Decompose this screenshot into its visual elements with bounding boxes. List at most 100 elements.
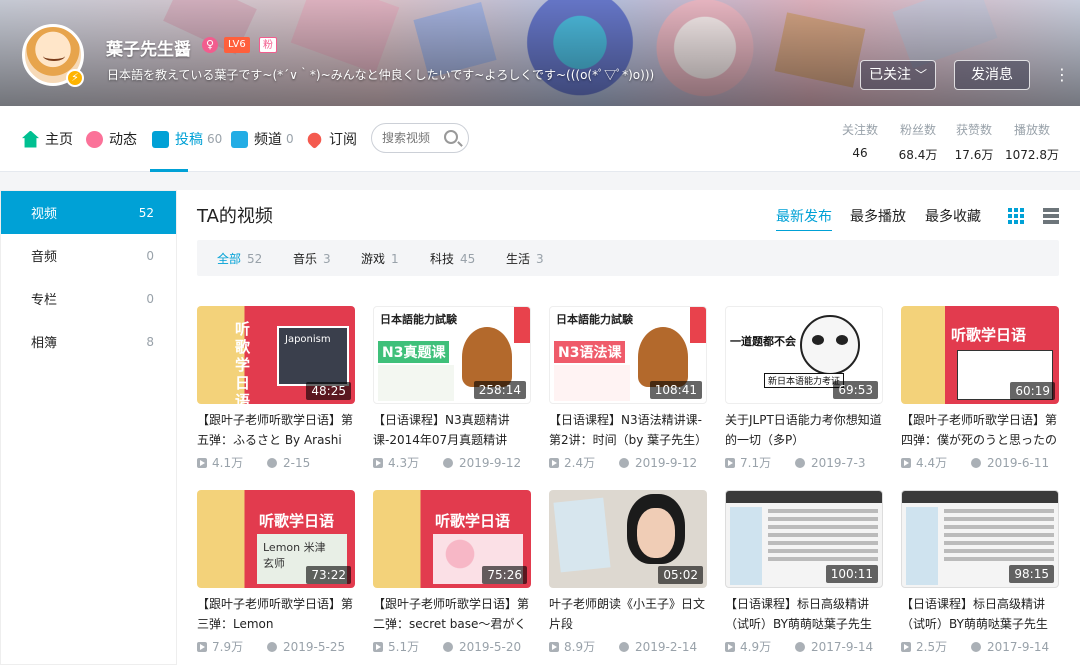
sidebar-item-count: 0 xyxy=(146,248,154,263)
video-thumbnail[interactable]: 听歌学日语 60:19 xyxy=(901,306,1059,404)
video-thumbnail[interactable]: 听歌学日语 75:26 xyxy=(373,490,531,588)
video-views: 4.9万 xyxy=(740,640,772,654)
stat-likes-label: 获赞数 xyxy=(955,123,992,137)
sort-most-favorited[interactable]: 最多收藏 xyxy=(925,206,981,226)
sidebar-item-albums[interactable]: 相簿 8 xyxy=(1,320,176,363)
filter-count: 1 xyxy=(391,252,399,266)
filter-music[interactable]: 音乐 3 xyxy=(293,250,331,267)
video-date: 2019-9-12 xyxy=(635,455,698,470)
video-title[interactable]: 【日语课程】N3真题精讲课-2014年07月真题精讲 xyxy=(373,410,531,450)
video-title[interactable]: 【跟叶子老师听歌学日语】第三弹：Lemon xyxy=(197,594,355,634)
user-sign: 日本語を教えている葉子です~(*´∨｀*)~みんなと仲良くしたいです~よろしくで… xyxy=(107,68,655,82)
female-icon: ♀ xyxy=(202,37,218,53)
video-card[interactable]: 05:02 叶子老师朗读《小王子》日文片段 8.9万 2019-2-14 xyxy=(549,490,707,655)
video-duration: 60:19 xyxy=(1010,382,1055,400)
sort-latest[interactable]: 最新发布 xyxy=(776,206,832,231)
filter-count: 3 xyxy=(323,252,331,266)
video-thumbnail[interactable]: 05:02 xyxy=(549,490,707,588)
follow-button[interactable]: 已关注 ﹀ xyxy=(860,60,936,90)
category-filter-bar: 全部 52 音乐 3 游戏 1 科技 45 生活 3 xyxy=(197,240,1059,276)
filter-tech[interactable]: 科技 45 xyxy=(430,250,475,267)
stat-following[interactable]: 关注数 46 xyxy=(841,121,879,160)
video-thumbnail[interactable]: 日本語能力試験 N3真题课 258:14 xyxy=(373,306,531,404)
search-icon[interactable] xyxy=(444,130,458,144)
clock-icon xyxy=(619,457,629,468)
thumb-subtitle: 日本語能力試験 xyxy=(380,313,457,326)
sidebar-item-articles[interactable]: 专栏 0 xyxy=(1,277,176,320)
video-date: 2-15 xyxy=(283,455,311,470)
video-title[interactable]: 叶子老师朗读《小王子》日文片段 xyxy=(549,594,707,634)
clock-icon xyxy=(619,641,629,652)
clock-icon xyxy=(267,457,277,468)
video-duration: 75:26 xyxy=(482,566,527,584)
sidebar-item-audio[interactable]: 音频 0 xyxy=(1,234,176,277)
more-icon[interactable]: ⋮ xyxy=(1054,62,1070,88)
video-card[interactable]: 一道题都不会 新日本语能力考证 69:53 关于JLPT日语能力考你想知道的一切… xyxy=(725,306,883,471)
video-thumbnail[interactable]: 日本語能力試験 N3语法课 108:41 xyxy=(549,306,707,404)
video-thumbnail[interactable]: 一道题都不会 新日本语能力考证 69:53 xyxy=(725,306,883,404)
video-thumbnail[interactable]: 听歌学日语 Lemon 米津玄师 73:22 xyxy=(197,490,355,588)
stat-likes-value: 17.6万 xyxy=(954,148,994,162)
filter-game[interactable]: 游戏 1 xyxy=(361,250,399,267)
video-title[interactable]: 【日语课程】标日高级精讲（试听）BY萌萌哒葉子先生 xyxy=(901,594,1059,634)
video-search[interactable] xyxy=(371,123,469,153)
video-card[interactable]: 听歌学日语 Lemon 米津玄师 73:22 【跟叶子老师听歌学日语】第三弹：L… xyxy=(197,490,355,655)
clock-icon xyxy=(795,641,805,652)
sidebar-item-label: 视频 xyxy=(31,207,58,222)
video-card[interactable]: 听歌学日语 60:19 【跟叶子老师听歌学日语】第四弹：僕が死のうと思ったのは … xyxy=(901,306,1059,471)
filter-life[interactable]: 生活 3 xyxy=(506,250,544,267)
play-count-icon xyxy=(901,641,911,652)
filter-all[interactable]: 全部 52 xyxy=(217,250,262,267)
video-title[interactable]: 【跟叶子老师听歌学日语】第四弹：僕が死のうと思ったのは xyxy=(901,410,1059,450)
filter-label: 全部 xyxy=(217,252,242,266)
nav-subscriptions[interactable]: 订阅 xyxy=(304,128,357,150)
play-count-icon xyxy=(725,641,735,652)
nav-dynamic[interactable]: 动态 xyxy=(86,128,137,150)
stat-fans-label: 粉丝数 xyxy=(899,123,936,137)
video-duration: 73:22 xyxy=(306,566,351,584)
video-views: 2.5万 xyxy=(916,640,948,654)
video-duration: 48:25 xyxy=(306,382,351,400)
filter-label: 游戏 xyxy=(361,252,386,266)
video-title[interactable]: 【日语课程】N3语法精讲课-第2讲：时间（by 葉子先生） xyxy=(549,410,707,450)
video-title[interactable]: 【日语课程】标日高级精讲（试听）BY萌萌哒葉子先生 xyxy=(725,594,883,634)
message-button[interactable]: 发消息 xyxy=(954,60,1030,90)
list-view-icon[interactable] xyxy=(1043,208,1059,224)
video-card[interactable]: 听歌学日语 Japonism 48:25 【跟叶子老师听歌学日语】第五弹：ふるさ… xyxy=(197,306,355,471)
level-badge: LV6 xyxy=(224,37,250,53)
video-card[interactable]: 日本語能力試験 N3语法课 108:41 【日语课程】N3语法精讲课-第2讲：时… xyxy=(549,306,707,471)
video-date: 2019-5-20 xyxy=(459,639,522,654)
video-views: 4.4万 xyxy=(916,456,948,470)
video-thumbnail[interactable]: 98:15 xyxy=(901,490,1059,588)
video-card[interactable]: 98:15 【日语课程】标日高级精讲（试听）BY萌萌哒葉子先生 2.5万 2017… xyxy=(901,490,1059,655)
nav-channels-label: 频道 xyxy=(254,132,282,148)
section-title: TA的视频 xyxy=(197,206,273,227)
search-input[interactable] xyxy=(382,124,450,152)
video-card[interactable]: 日本語能力試験 N3真题课 258:14 【日语课程】N3真题精讲课-2014年… xyxy=(373,306,531,471)
sort-most-played[interactable]: 最多播放 xyxy=(850,206,906,226)
nav-home[interactable]: 主页 xyxy=(22,128,73,150)
stat-fans[interactable]: 粉丝数 68.4万 xyxy=(895,121,941,163)
thumb-subtitle: 新日本语能力考证 xyxy=(764,373,845,388)
play-count-icon xyxy=(197,641,207,652)
content-sidebar: 视频 52 音频 0 专栏 0 相簿 8 xyxy=(0,190,177,665)
video-thumbnail[interactable]: 100:11 xyxy=(725,490,883,588)
sidebar-item-label: 专栏 xyxy=(31,293,58,308)
dynamic-icon xyxy=(86,130,103,148)
nav-channels[interactable]: 频道 0 xyxy=(231,128,294,150)
video-date: 2019-6-11 xyxy=(987,455,1050,470)
clock-icon xyxy=(443,641,453,652)
video-card[interactable]: 听歌学日语 75:26 【跟叶子老师听歌学日语】第二弹：secret base～… xyxy=(373,490,531,655)
video-title[interactable]: 【跟叶子老师听歌学日语】第五弹：ふるさと By Arashi xyxy=(197,410,355,450)
video-title[interactable]: 关于JLPT日语能力考你想知道的一切（多P） xyxy=(725,410,883,450)
thumb-title: 一道题都不会 xyxy=(730,335,796,348)
thumb-title: N3语法课 xyxy=(554,341,626,363)
video-card[interactable]: 100:11 【日语课程】标日高级精讲（试听）BY萌萌哒葉子先生 4.9万 201… xyxy=(725,490,883,655)
chevron-down-icon: ﹀ xyxy=(914,68,927,82)
video-title[interactable]: 【跟叶子老师听歌学日语】第二弹：secret base～君がくれたもの～ xyxy=(373,594,531,634)
video-views: 8.9万 xyxy=(564,640,596,654)
sidebar-item-video[interactable]: 视频 52 xyxy=(1,191,176,234)
grid-view-icon[interactable] xyxy=(1008,208,1024,224)
video-thumbnail[interactable]: 听歌学日语 Japonism 48:25 xyxy=(197,306,355,404)
nav-uploads[interactable]: 投稿 60 xyxy=(152,128,222,150)
